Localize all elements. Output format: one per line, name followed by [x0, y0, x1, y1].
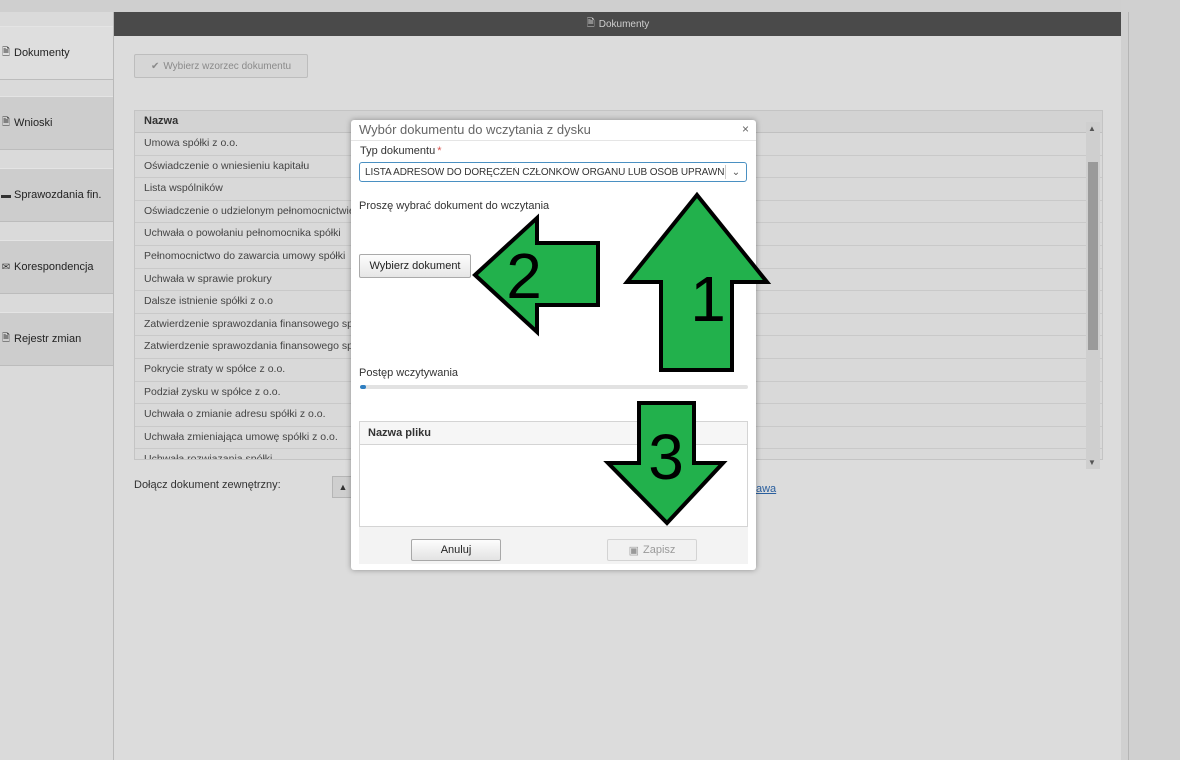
select-document-prompt: Proszę wybrać dokument do wczytania	[359, 200, 550, 212]
sidebar: 🗎 Dokumenty 🗎 Wnioski ▬ Sprawozdania fin…	[0, 12, 113, 760]
table-scrollbar[interactable]: ▲ ▼	[1086, 122, 1100, 469]
file-icon: 🗎	[1, 332, 11, 344]
required-mark: *	[437, 145, 442, 157]
progress-label: Postęp wczytywania	[359, 367, 459, 379]
chevron-down-icon[interactable]: ⌄	[726, 167, 746, 178]
scrollbar-thumb[interactable]	[1088, 162, 1098, 350]
check-icon: ✔	[150, 60, 160, 72]
divider	[1128, 12, 1129, 760]
right-margin	[1121, 0, 1180, 760]
save-button-label: Zapisz	[643, 544, 676, 556]
file-icon: 🗎	[1, 46, 11, 58]
sidebar-item-label: Wnioski	[14, 117, 53, 129]
file-icon: 🗎	[586, 17, 595, 29]
choose-document-button[interactable]: Wybierz dokument	[359, 254, 471, 278]
folder-open-icon: ▬	[1, 189, 11, 201]
file-list: Nazwa pliku	[359, 421, 748, 527]
cancel-button[interactable]: Anuluj	[411, 539, 501, 561]
user-upload-icon: ▲	[338, 482, 348, 492]
floppy-disk-icon: ▣	[628, 544, 639, 557]
external-link[interactable]: awa	[756, 483, 776, 495]
external-document-label: Dołącz dokument zewnętrzny:	[134, 479, 281, 491]
sidebar-item-label: Sprawozdania fin.	[14, 189, 102, 201]
sidebar-item-rejestr-zmian[interactable]: 🗎 Rejestr zmian	[0, 312, 113, 366]
document-type-label-text: Typ dokumentu	[360, 145, 436, 157]
divider	[351, 140, 756, 141]
document-type-value: LISTA ADRESÓW DO DORĘCZEŃ CZŁONKÓW ORGAN…	[365, 166, 725, 178]
select-template-label: Wybierz wzorzec dokumentu	[163, 60, 292, 72]
progress-fill	[360, 385, 366, 389]
upload-progress-bar	[360, 385, 748, 389]
scroll-up-icon[interactable]: ▲	[1088, 124, 1096, 133]
panel-header: 🗎 Dokumenty	[114, 12, 1122, 36]
sidebar-item-sprawozdania[interactable]: ▬ Sprawozdania fin.	[0, 168, 113, 222]
sidebar-item-dokumenty[interactable]: 🗎 Dokumenty	[0, 26, 113, 80]
close-icon[interactable]: ×	[742, 122, 749, 136]
save-button[interactable]: ▣ Zapisz	[607, 539, 697, 561]
document-type-select[interactable]: LISTA ADRESÓW DO DORĘCZEŃ CZŁONKÓW ORGAN…	[359, 162, 747, 182]
file-icon: 🗎	[1, 116, 11, 128]
document-type-label: Typ dokumentu *	[360, 145, 442, 157]
upload-dialog: Wybór dokumentu do wczytania z dysku × T…	[351, 120, 756, 570]
select-template-button[interactable]: ✔ Wybierz wzorzec dokumentu	[134, 54, 308, 78]
sidebar-item-label: Rejestr zmian	[14, 333, 82, 345]
dialog-footer: Anuluj ▣ Zapisz	[359, 527, 748, 564]
file-name-header: Nazwa pliku	[360, 422, 747, 445]
sidebar-item-korespondencja[interactable]: ✉ Korespondencja	[0, 240, 113, 294]
sidebar-item-wnioski[interactable]: 🗎 Wnioski	[0, 96, 113, 150]
envelope-icon: ✉	[1, 261, 11, 273]
panel-title: Dokumenty	[598, 18, 650, 30]
sidebar-item-label: Korespondencja	[14, 261, 94, 273]
scroll-down-icon[interactable]: ▼	[1088, 458, 1096, 467]
sidebar-item-label: Dokumenty	[14, 47, 70, 59]
dialog-title: Wybór dokumentu do wczytania z dysku	[359, 122, 591, 137]
